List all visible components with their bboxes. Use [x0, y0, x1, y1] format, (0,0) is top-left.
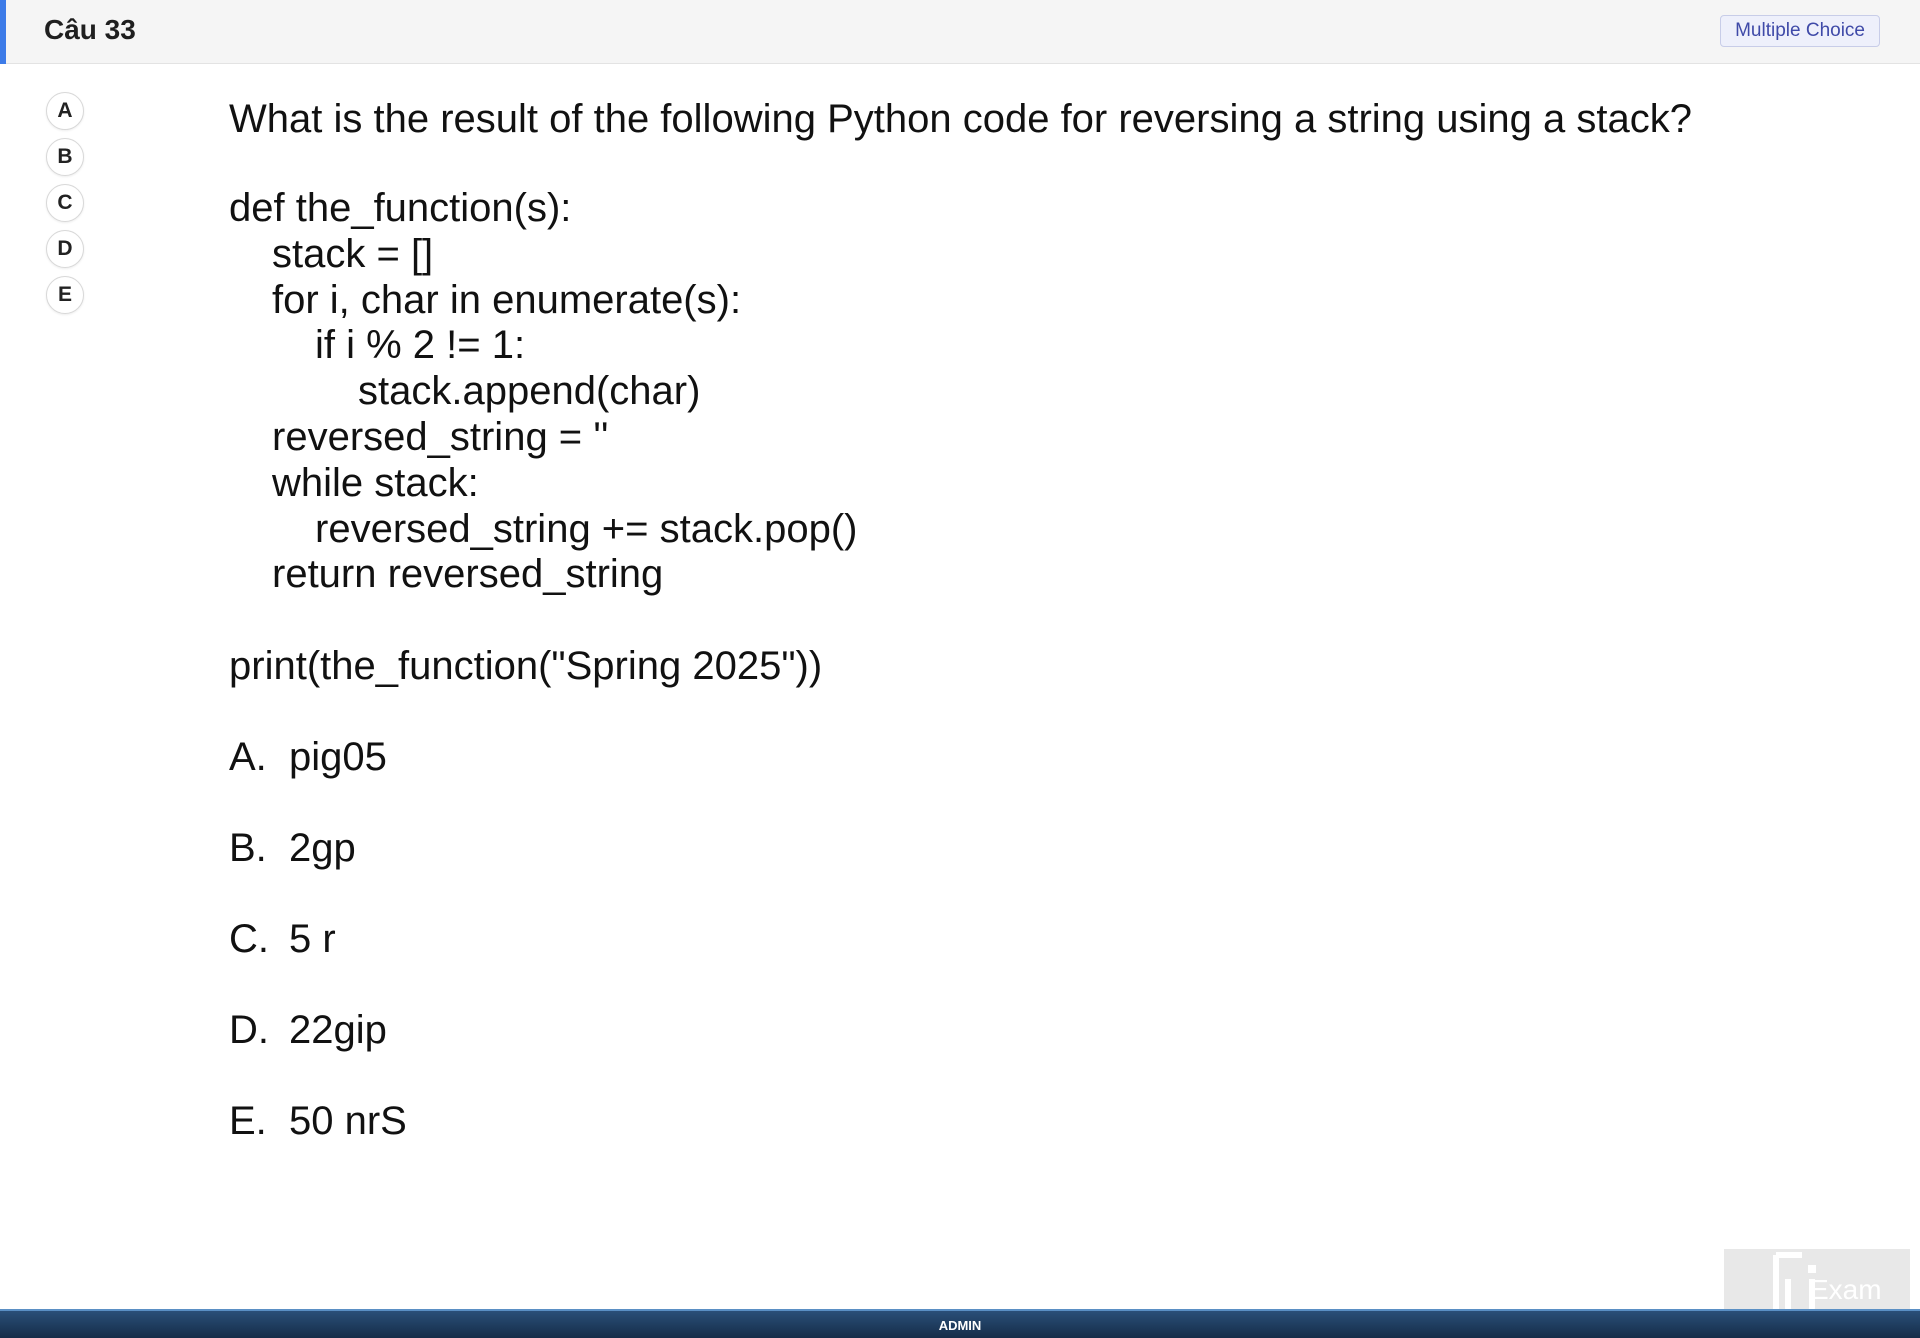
- answer-selector-list: A B C D E: [46, 92, 86, 322]
- option-text: 5 r: [289, 917, 336, 962]
- code-block: def the_function(s): stack = [] for i, c…: [229, 186, 1749, 598]
- question-stem: What is the result of the following Pyth…: [229, 97, 1692, 141]
- answer-option-c[interactable]: C: [46, 184, 84, 222]
- footer-bar: ADMIN: [0, 1309, 1920, 1338]
- print-statement: print(the_function("Spring 2025")): [229, 644, 823, 689]
- code-line: for i, char in enumerate(s):: [272, 277, 742, 322]
- exam-page: Câu 33 Multiple Choice A B C D E What is…: [0, 0, 1920, 1338]
- code-line: if i % 2 != 1:: [315, 323, 526, 368]
- option-letter: A.: [229, 735, 267, 780]
- code-line: while stack:: [272, 460, 479, 505]
- code-line: reversed_string += stack.pop(): [315, 506, 858, 551]
- code-line: stack.append(char): [358, 369, 701, 414]
- code-line: def the_function(s):: [229, 186, 572, 230]
- code-line: reversed_string = '': [272, 414, 609, 459]
- question-header: Câu 33 Multiple Choice: [0, 0, 1920, 64]
- option-text: 22gip: [289, 1008, 387, 1053]
- option-letter: C.: [229, 917, 269, 962]
- option-item-c: C. 5 r: [229, 916, 1749, 1007]
- option-text: 2gp: [289, 826, 356, 871]
- option-item-b: B. 2gp: [229, 825, 1749, 916]
- question-content: What is the result of the following Pyth…: [229, 96, 1749, 1189]
- logo-text: Exam: [1810, 1274, 1882, 1305]
- question-title: Câu 33: [44, 14, 136, 45]
- answer-option-b[interactable]: B: [46, 138, 84, 176]
- option-item-d: D. 22gip: [229, 1007, 1749, 1098]
- option-letter: B.: [229, 826, 267, 871]
- answer-option-d[interactable]: D: [46, 230, 84, 268]
- option-item-a: A. pig05: [229, 734, 1749, 825]
- option-text: pig05: [289, 735, 387, 780]
- code-line: return reversed_string: [272, 552, 664, 597]
- option-letter: D.: [229, 1008, 269, 1053]
- option-item-e: E. 50 nrS: [229, 1098, 1749, 1189]
- header-accent-bar: [0, 0, 6, 64]
- answer-option-a[interactable]: A: [46, 92, 84, 130]
- option-text: 50 nrS: [289, 1099, 407, 1144]
- answer-option-e[interactable]: E: [46, 276, 84, 314]
- option-letter: E.: [229, 1099, 267, 1144]
- question-type-badge: Multiple Choice: [1720, 15, 1880, 47]
- code-line: stack = []: [272, 231, 434, 276]
- footer-label: ADMIN: [938, 1318, 982, 1333]
- option-list: A. pig05 B. 2gp C. 5 r D. 22gip E. 50 nrS: [229, 734, 1749, 1189]
